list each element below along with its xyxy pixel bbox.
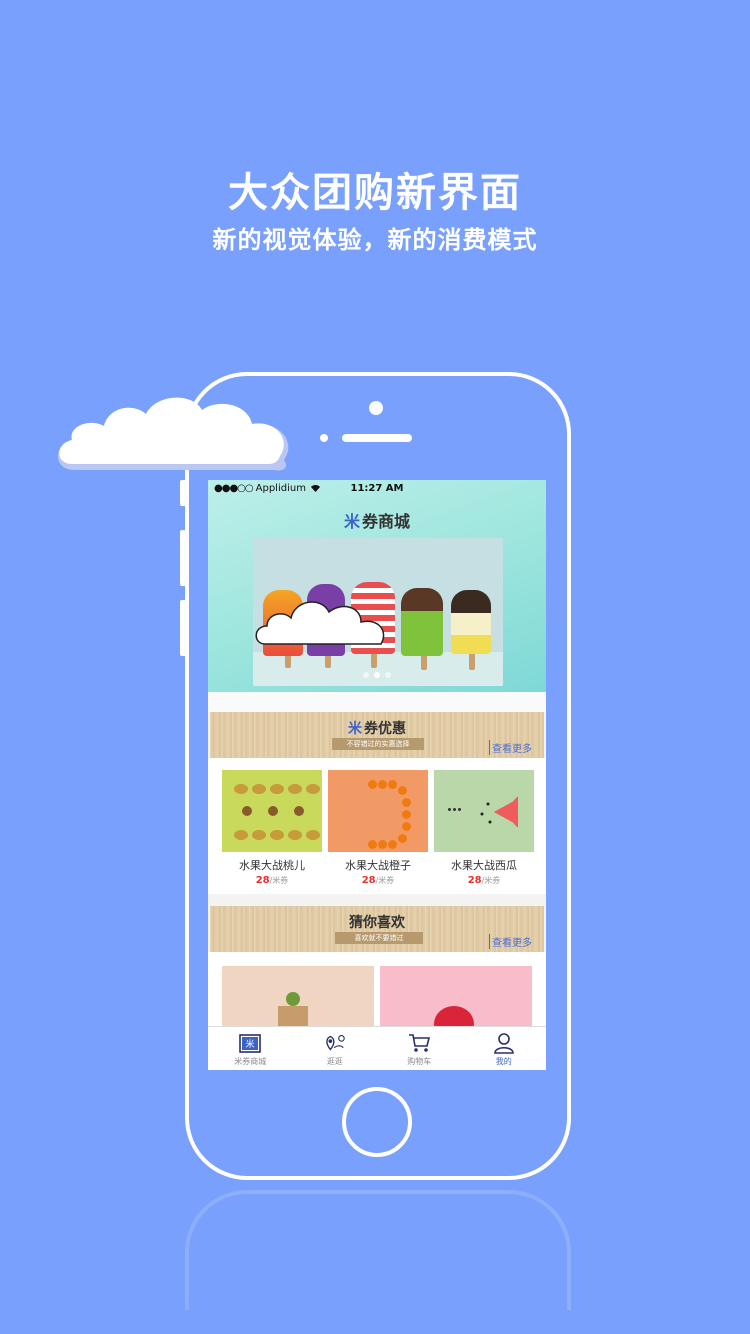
popsicle-chocolate-green <box>401 588 443 656</box>
price-value: 28 <box>361 875 376 886</box>
orange-arrangement <box>368 780 377 789</box>
tab-profile[interactable]: 我的 <box>462 1027 547 1070</box>
phone-reflection <box>185 1190 571 1310</box>
deals-title: 米券优惠 <box>210 718 544 738</box>
mi-logo-icon: 米 <box>343 512 360 531</box>
earpiece-speaker <box>342 434 412 442</box>
product-price: 28/米券 <box>328 875 428 886</box>
tab-browse[interactable]: 逛逛 <box>293 1027 378 1070</box>
carousel-indicator <box>363 672 391 678</box>
app-title: 米券商城 <box>208 508 546 532</box>
guess-section-header: 猜你喜欢 喜欢就不要错过 查看更多 <box>210 906 544 952</box>
deals-product-list: 水果大战桃儿 28/米券 水果大战橙子 28/米券 水果大战西瓜 28/米券 <box>222 770 534 890</box>
volume-down-button <box>180 600 186 656</box>
mi-logo-icon: 米 <box>348 721 362 737</box>
tab-label: 逛逛 <box>326 1057 343 1066</box>
product-card[interactable]: 水果大战橙子 28/米券 <box>328 770 428 886</box>
price-unit: /米券 <box>481 876 501 885</box>
promo-subline: 新的视觉体验，新的消费模式 <box>212 226 538 254</box>
pebble-row <box>234 784 248 794</box>
cart-icon <box>407 1032 431 1054</box>
mi-coupon-icon: 米 <box>238 1032 262 1054</box>
price-value: 28 <box>255 875 270 886</box>
product-image-watermelon <box>434 770 534 852</box>
price-unit: /米券 <box>375 876 395 885</box>
watermelon-icon <box>480 796 518 828</box>
tab-label: 购物车 <box>407 1057 432 1066</box>
product-price: 28/米券 <box>222 875 322 886</box>
user-icon <box>492 1032 516 1054</box>
map-pin-icon <box>323 1032 347 1054</box>
tab-bar: 米 米券商城 逛逛 购物车 我的 <box>208 1026 546 1070</box>
carousel-dot-active[interactable] <box>374 672 380 678</box>
carousel-dot[interactable] <box>363 672 369 678</box>
tab-mi-coupon-mall[interactable]: 米 米券商城 <box>208 1027 293 1070</box>
product-name: 水果大战西瓜 <box>451 859 517 872</box>
spacer <box>208 692 546 712</box>
price-value: 28 <box>467 875 482 886</box>
deals-more-link[interactable]: 查看更多 <box>489 740 532 755</box>
dot-trail <box>448 808 451 811</box>
status-time: 11:27 AM <box>350 482 404 494</box>
deals-section-header: 米券优惠 不容错过的实惠选择 查看更多 <box>210 712 544 758</box>
svg-text:米: 米 <box>246 1038 255 1050</box>
banner-cloud-icon <box>255 601 385 645</box>
product-name: 水果大战桃儿 <box>239 859 305 872</box>
tab-label: 我的 <box>495 1057 512 1066</box>
popsicle-sprinkles <box>451 590 491 654</box>
guess-title: 猜你喜欢 <box>349 915 405 931</box>
volume-up-button <box>180 530 186 586</box>
deals-title-text: 券优惠 <box>364 721 406 737</box>
product-card[interactable]: 水果大战桃儿 28/米券 <box>222 770 322 886</box>
product-image-peach <box>222 770 322 852</box>
proximity-sensor <box>320 434 328 442</box>
guess-more-link[interactable]: 查看更多 <box>489 934 532 949</box>
home-button[interactable] <box>342 1087 412 1157</box>
carousel-dot[interactable] <box>385 672 391 678</box>
product-image-orange <box>328 770 428 852</box>
promo-headline: 大众团购新界面 <box>228 170 522 216</box>
price-unit: /米券 <box>269 876 289 885</box>
status-bar: ●●●○○ Applidium 11:27 AM <box>208 480 546 496</box>
plant-leaves <box>286 992 300 1006</box>
mute-switch <box>180 480 186 506</box>
front-camera <box>369 401 383 415</box>
product-price: 28/米券 <box>434 875 534 886</box>
banner-carousel[interactable] <box>253 538 503 686</box>
tab-label: 米券商城 <box>234 1057 267 1066</box>
product-name: 水果大战橙子 <box>345 859 411 872</box>
deals-subtitle: 不容错过的实惠选择 <box>332 738 424 750</box>
pebble-row <box>242 806 252 816</box>
tab-cart[interactable]: 购物车 <box>377 1027 462 1070</box>
header-area: ●●●○○ Applidium 11:27 AM 米券商城 <box>208 480 546 692</box>
guess-subtitle: 喜欢就不要错过 <box>335 932 423 944</box>
product-card[interactable]: 水果大战西瓜 28/米券 <box>434 770 534 886</box>
app-title-text: 券商城 <box>362 512 411 531</box>
decorative-cloud-icon <box>57 397 289 471</box>
app-screen: ●●●○○ Applidium 11:27 AM 米券商城 米 券优惠 不容错过… <box>208 480 546 1070</box>
pebble-row <box>234 830 248 840</box>
